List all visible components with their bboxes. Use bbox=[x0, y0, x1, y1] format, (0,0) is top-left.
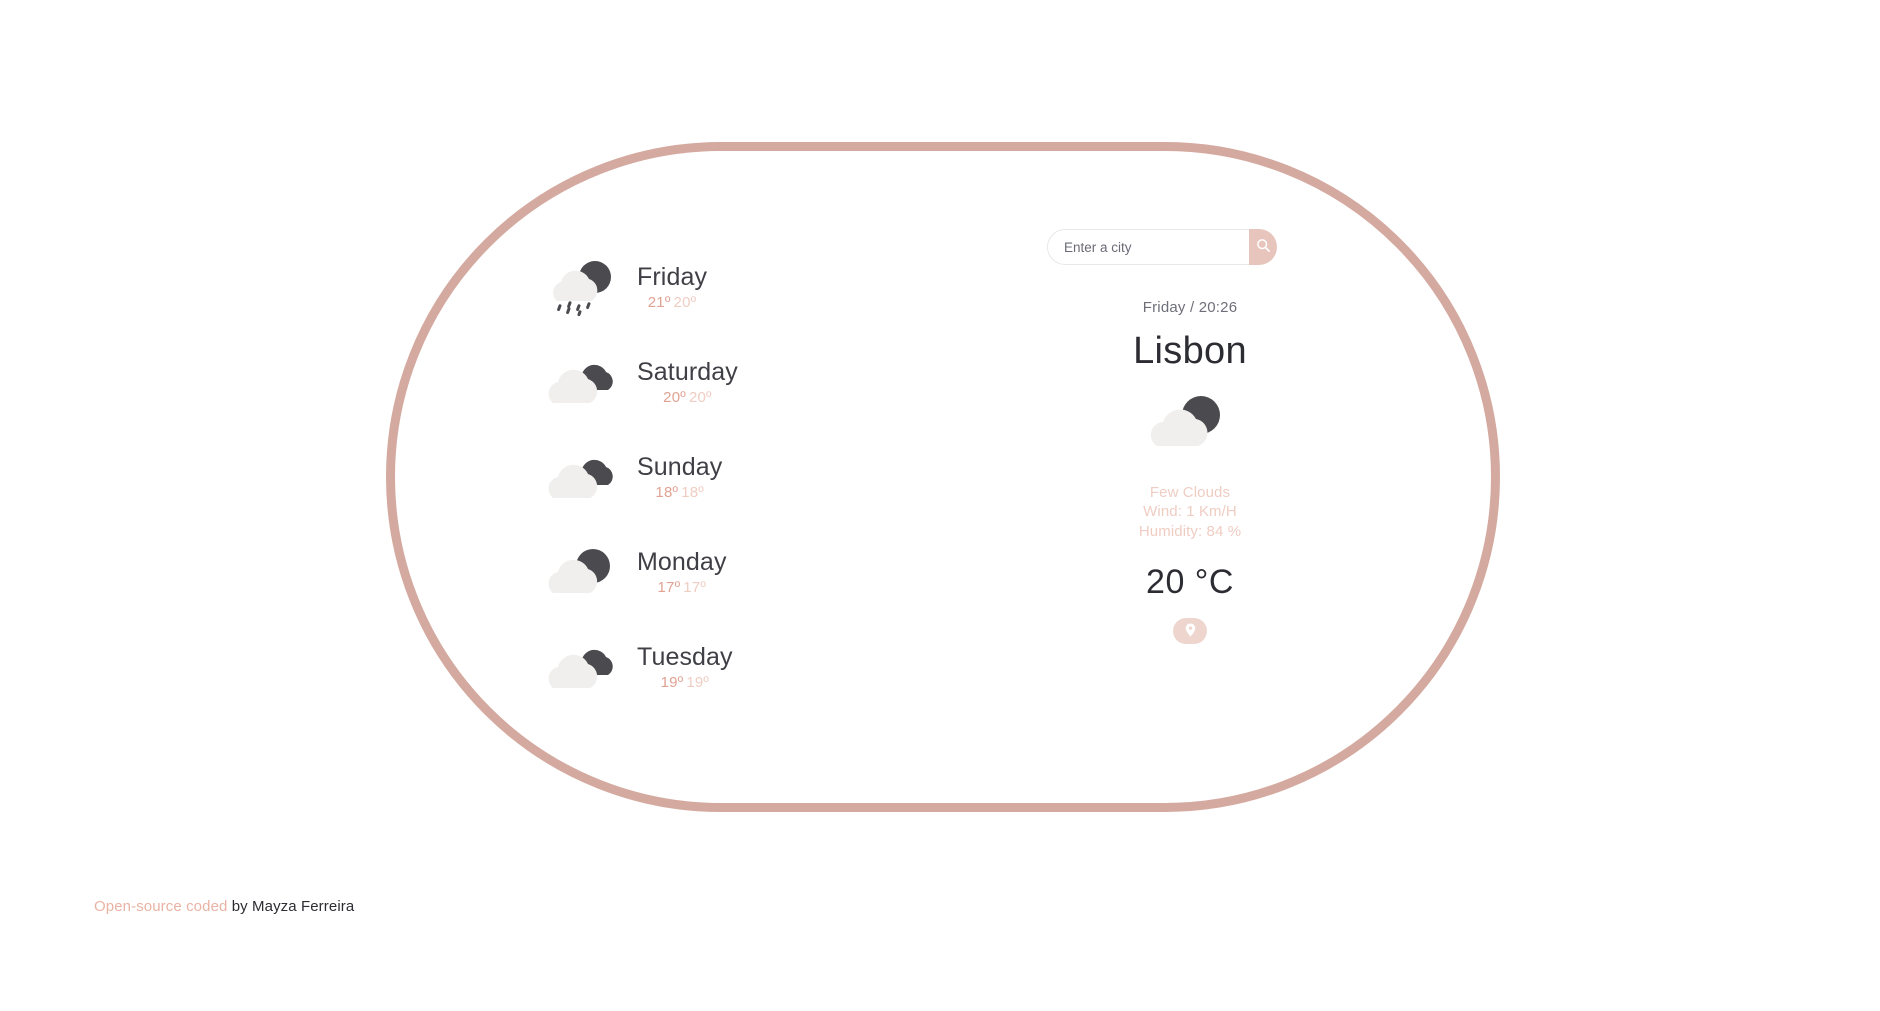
forecast-temps: 21º 20º bbox=[637, 294, 707, 311]
wind-value: Wind: 1 Km/H bbox=[1143, 503, 1237, 521]
forecast-day-name: Tuesday bbox=[637, 642, 733, 671]
forecast-temp-min: 20º bbox=[673, 293, 697, 311]
forecast-text: Monday 17º 17º bbox=[637, 548, 727, 596]
current-city-name: Lisbon bbox=[1133, 330, 1247, 372]
forecast-temps: 20º 20º bbox=[637, 389, 738, 406]
current-conditions: Few Clouds Wind: 1 Km/H Humidity: 84 % bbox=[955, 483, 1425, 542]
current-datetime: Friday / 20:26 bbox=[1142, 299, 1238, 316]
forecast-temp-max: 19º bbox=[660, 673, 684, 691]
search-button[interactable] bbox=[1249, 229, 1277, 265]
forecast-text: Saturday 20º 20º bbox=[637, 358, 738, 406]
search-icon bbox=[1256, 238, 1271, 256]
broken-clouds-icon bbox=[545, 447, 623, 511]
forecast-list: Friday 21º 20º Saturday 20º 20º Sunday 1… bbox=[545, 241, 1015, 716]
forecast-temp-max: 21º bbox=[647, 293, 671, 311]
forecast-text: Friday 21º 20º bbox=[637, 263, 707, 311]
forecast-temps: 17º 17º bbox=[637, 579, 727, 596]
forecast-temp-min: 19º bbox=[686, 673, 710, 691]
forecast-temp-min: 18º bbox=[681, 483, 704, 501]
forecast-day-name: Sunday bbox=[637, 452, 723, 481]
forecast-text: Tuesday 19º 19º bbox=[637, 643, 733, 691]
forecast-row[interactable]: Friday 21º 20º bbox=[545, 241, 1015, 336]
current-temperature: 20 °C bbox=[1146, 563, 1234, 602]
city-search-bar bbox=[1047, 229, 1277, 265]
search-input[interactable] bbox=[1047, 229, 1249, 265]
forecast-day-name: Monday bbox=[637, 547, 727, 576]
weather-description: Few Clouds bbox=[1149, 483, 1231, 501]
forecast-temp-min: 17º bbox=[683, 578, 707, 596]
few-clouds-icon bbox=[1148, 389, 1232, 461]
forecast-temp-max: 20º bbox=[663, 388, 686, 406]
geolocation-button[interactable] bbox=[1173, 618, 1207, 645]
shower-rain-icon bbox=[545, 257, 623, 321]
forecast-row[interactable]: Saturday 20º 20º bbox=[545, 336, 1015, 431]
footer-credit: Open-source coded by Mayza Ferreira bbox=[94, 898, 354, 915]
humidity-value: Humidity: 84 % bbox=[1138, 522, 1242, 540]
weather-app: Friday 21º 20º Saturday 20º 20º Sunday 1… bbox=[0, 0, 1880, 1011]
weather-card-frame: Friday 21º 20º Saturday 20º 20º Sunday 1… bbox=[386, 142, 1500, 812]
forecast-temps: 18º 18º bbox=[637, 484, 722, 501]
few-clouds-icon bbox=[545, 542, 623, 606]
location-pin-icon bbox=[1185, 623, 1196, 640]
author-name: by Mayza Ferreira bbox=[227, 898, 355, 915]
forecast-row[interactable]: Tuesday 19º 19º bbox=[545, 621, 1015, 716]
forecast-row[interactable]: Sunday 18º 18º bbox=[545, 431, 1015, 526]
forecast-day-name: Friday bbox=[637, 262, 708, 291]
forecast-temp-min: 20º bbox=[688, 388, 712, 406]
forecast-temps: 19º 19º bbox=[637, 674, 733, 691]
open-source-link[interactable]: Open-source coded bbox=[94, 898, 227, 915]
broken-clouds-icon bbox=[545, 637, 623, 701]
current-weather-panel: Friday / 20:26 Lisbon Few Clouds Wind: 1… bbox=[955, 229, 1425, 645]
forecast-temp-max: 18º bbox=[655, 483, 679, 501]
forecast-text: Sunday 18º 18º bbox=[637, 453, 722, 501]
forecast-row[interactable]: Monday 17º 17º bbox=[545, 526, 1015, 621]
forecast-temp-max: 17º bbox=[657, 578, 681, 596]
broken-clouds-icon bbox=[545, 352, 623, 416]
forecast-day-name: Saturday bbox=[637, 357, 738, 386]
